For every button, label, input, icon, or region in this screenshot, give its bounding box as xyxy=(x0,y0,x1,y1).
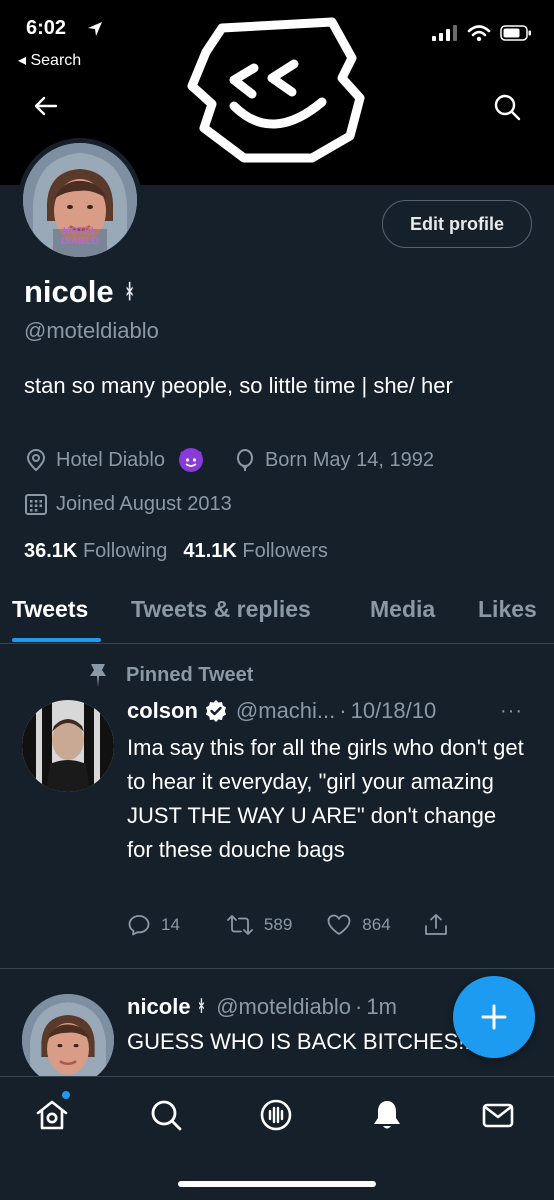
status-icons xyxy=(432,24,532,42)
tweet-separator: · xyxy=(339,698,347,723)
tab-tweets-and-replies[interactable]: Tweets & replies xyxy=(131,596,311,623)
active-tab-indicator xyxy=(12,638,101,642)
home-icon[interactable] xyxy=(34,1097,70,1133)
retweet-icon xyxy=(227,915,253,935)
status-bar: 6:02 ◂ Search xyxy=(0,0,554,74)
tweet-author-handle: @moteldiablo xyxy=(216,994,352,1019)
followers-label: Followers xyxy=(242,540,328,562)
edit-profile-button[interactable]: Edit profile xyxy=(382,200,532,248)
tweet-author-handle: @machi... xyxy=(235,698,336,723)
tweet-text: Ima say this for all the girls who don't… xyxy=(127,735,524,862)
search-icon[interactable] xyxy=(492,92,522,122)
reply-count: 14 xyxy=(161,915,180,934)
profile-birthday: Born May 14, 1992 xyxy=(233,448,434,472)
tweet-author-avatar[interactable] xyxy=(22,994,114,1086)
pinned-tweet-label: Pinned Tweet xyxy=(86,662,253,688)
reply-icon xyxy=(128,915,150,936)
followers-count: 41.1K xyxy=(183,540,237,562)
following-count: 36.1K xyxy=(24,540,78,562)
tab-media[interactable]: Media xyxy=(370,596,435,623)
location-arrow-icon xyxy=(88,22,102,36)
battery-icon xyxy=(500,25,531,41)
following-link[interactable]: 36.1K Following xyxy=(24,540,167,563)
like-button[interactable]: 864 xyxy=(326,913,391,937)
back-to-search-link[interactable]: ◂ Search xyxy=(18,50,81,70)
nicole-avatar-image xyxy=(22,994,114,1086)
devil-emoji-icon xyxy=(178,448,203,472)
following-label: Following xyxy=(82,540,168,562)
display-name-text: nicole xyxy=(24,274,114,309)
pin-icon xyxy=(90,664,106,687)
notifications-icon[interactable] xyxy=(369,1097,405,1133)
tab-tweets[interactable]: Tweets xyxy=(12,596,88,623)
followers-link[interactable]: 41.1K Followers xyxy=(183,540,328,563)
tweet-author-name[interactable]: colson xyxy=(127,698,198,724)
profile-tabs: Tweets Tweets & replies Media Likes xyxy=(0,590,554,644)
reply-button[interactable]: 14 xyxy=(127,913,180,937)
compose-tweet-button[interactable] xyxy=(453,976,535,1058)
profile-display-name: nicole ᚼ xyxy=(24,274,136,310)
tweet-date[interactable]: 1m xyxy=(366,994,397,1020)
profile-joined-row: Joined August 2013 xyxy=(24,492,262,516)
balloon-icon xyxy=(236,449,253,471)
messages-icon[interactable] xyxy=(480,1097,516,1133)
tweet-author-name[interactable]: nicole xyxy=(127,994,191,1020)
spaces-icon[interactable] xyxy=(258,1097,294,1133)
pinned-tweet-text: Pinned Tweet xyxy=(126,663,254,686)
joined-text: Joined August 2013 xyxy=(56,492,232,515)
plus-icon xyxy=(481,1004,507,1030)
tweet-separator: · xyxy=(355,994,363,1019)
tab-likes[interactable]: Likes xyxy=(478,596,537,623)
tweet-date[interactable]: 10/18/10 xyxy=(351,698,437,724)
profile-meta-row: Hotel Diablo Born May 14, 1992 xyxy=(24,448,464,472)
share-icon[interactable] xyxy=(423,912,449,938)
tweet-actions: 14 589 864 xyxy=(127,912,449,938)
verified-badge-icon xyxy=(205,700,226,722)
like-count: 864 xyxy=(362,915,391,934)
bottom-navigation xyxy=(0,1076,554,1200)
tweet-header: nicole ᚼ @moteldiablo · 1m xyxy=(127,994,397,1020)
calendar-icon xyxy=(25,494,47,515)
tweet-divider xyxy=(0,968,554,969)
retweet-button[interactable]: 589 xyxy=(226,913,292,937)
retweet-count: 589 xyxy=(263,915,293,934)
profile-avatar[interactable]: HOTEL DIABLO xyxy=(18,138,142,262)
avatar-watermark: HOTEL DIABLO xyxy=(60,226,100,247)
profile-location: Hotel Diablo xyxy=(24,448,203,472)
tweet-more-icon[interactable]: ··· xyxy=(500,700,523,723)
follow-stats: 36.1K Following 41.1K Followers xyxy=(24,540,328,563)
back-arrow-icon[interactable] xyxy=(32,92,60,120)
cellular-signal-icon xyxy=(432,25,457,41)
profile-bio: stan so many people, so little time | sh… xyxy=(24,373,453,398)
heart-icon xyxy=(327,914,351,935)
profile-handle: @moteldiablo xyxy=(24,318,159,343)
home-notification-dot xyxy=(62,1091,70,1099)
explore-icon[interactable] xyxy=(148,1097,184,1133)
tweet-author-avatar[interactable] xyxy=(22,700,114,792)
profile-joined: Joined August 2013 xyxy=(24,492,232,516)
name-mark-glyph: ᚼ xyxy=(123,280,136,303)
status-time: 6:02 xyxy=(26,17,67,39)
location-text: Hotel Diablo xyxy=(56,448,165,471)
wifi-icon xyxy=(467,25,491,42)
home-indicator-bar xyxy=(178,1181,376,1187)
name-mark-glyph: ᚼ xyxy=(196,998,207,1015)
avatar-image: HOTEL DIABLO xyxy=(23,143,137,257)
tweet-header: colson @machi... · 10/18/10 xyxy=(127,698,436,724)
location-pin-icon xyxy=(26,448,46,472)
birthday-text: Born May 14, 1992 xyxy=(264,448,434,471)
colson-avatar-image xyxy=(22,700,114,792)
